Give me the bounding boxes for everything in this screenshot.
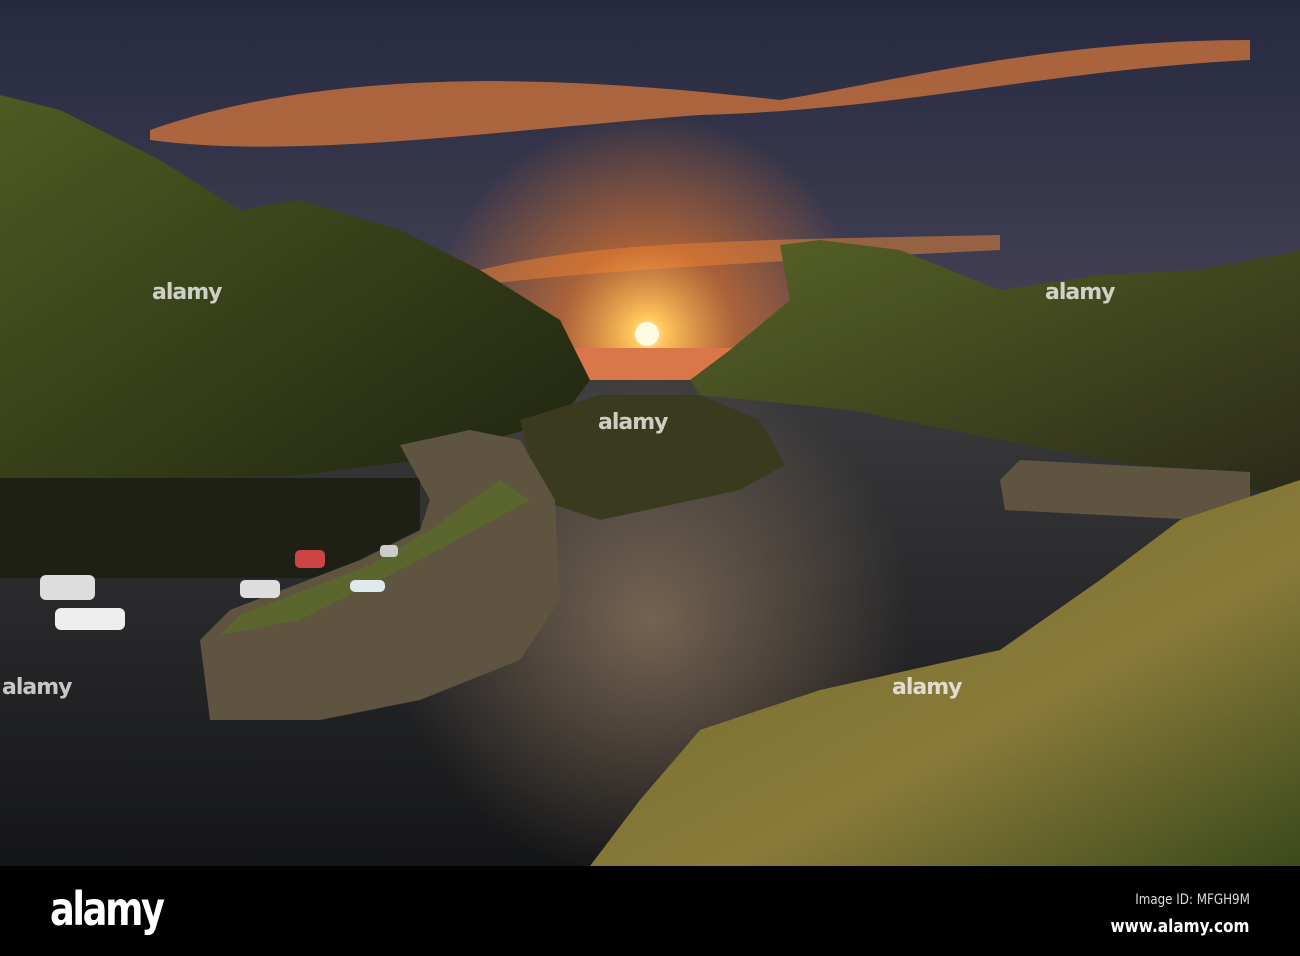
watermark: alamy — [598, 410, 668, 435]
sun — [635, 322, 659, 346]
watermark: alamy — [892, 675, 962, 700]
watermark: alamy — [2, 675, 72, 700]
stock-photo-page: alamy alamy alamy alamy alamy alamy Imag… — [0, 0, 1300, 956]
alamy-logo: alamy — [50, 882, 165, 936]
image-id: Image ID: MFGH9M — [1135, 892, 1250, 908]
website-link[interactable]: www.alamy.com — [1111, 916, 1250, 937]
footer-bar: alamy Image ID: MFGH9M www.alamy.com — [0, 866, 1300, 956]
watermark: alamy — [152, 280, 222, 305]
watermark: alamy — [1045, 280, 1115, 305]
